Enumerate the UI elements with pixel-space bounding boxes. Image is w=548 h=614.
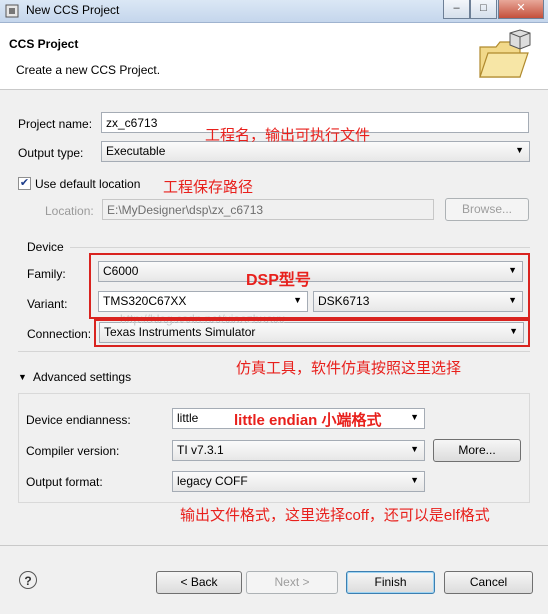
more-button[interactable]: More... <box>433 439 521 462</box>
dsp-model-annotation: DSP型号 <box>246 272 311 289</box>
device-group-divider <box>70 247 530 248</box>
project-name-label: Project name: <box>18 117 93 131</box>
back-button[interactable]: < Back <box>156 571 242 594</box>
close-button[interactable]: ✕ <box>498 0 544 19</box>
device-group-label: Device <box>27 240 64 254</box>
output-format-label: Output format: <box>26 475 103 489</box>
window-title: New CCS Project <box>26 3 120 17</box>
family-label: Family: <box>27 267 66 281</box>
device-group-bottom <box>18 351 530 352</box>
maximize-button[interactable]: □ <box>470 0 497 19</box>
compiler-version-select[interactable]: TI v7.3.1 ▼ <box>172 440 425 461</box>
chevron-down-icon: ▼ <box>410 475 419 485</box>
advanced-settings-toggle[interactable]: Advanced settings <box>33 370 131 384</box>
location-label: Location: <box>45 204 94 218</box>
output-type-label: Output type: <box>18 146 84 160</box>
use-default-location-label: Use default location <box>35 177 141 191</box>
output-format-select[interactable]: legacy COFF ▼ <box>172 471 425 492</box>
page-subtitle: Create a new CCS Project. <box>16 63 161 77</box>
chevron-down-icon: ▼ <box>410 444 419 454</box>
output-format-annotation: 输出文件格式，这里选择coff，还可以是elf格式 <box>180 507 490 524</box>
help-icon[interactable]: ? <box>19 571 37 589</box>
simulator-annotation: 仿真工具，软件仿真按照这里选择 <box>236 360 462 377</box>
page-title: CCS Project <box>9 37 79 51</box>
browse-button: Browse... <box>445 198 529 221</box>
connection-annotation-box <box>94 319 530 347</box>
chevron-down-icon: ▼ <box>515 145 524 155</box>
variant-label: Variant: <box>27 297 68 311</box>
expand-triangle-icon[interactable]: ▼ <box>18 372 27 382</box>
compiler-version-label: Compiler version: <box>26 444 120 458</box>
wizard-header: CCS Project Create a new CCS Project. <box>0 23 548 90</box>
endianness-annotation: little endian 小端格式 <box>234 412 382 429</box>
minimize-button[interactable]: – <box>443 0 470 19</box>
project-name-annotation: 工程名，输出可执行文件 <box>205 127 371 144</box>
footer-divider <box>0 545 548 546</box>
connection-label: Connection: <box>27 327 92 341</box>
finish-button[interactable]: Finish <box>346 571 435 594</box>
location-annotation: 工程保存路径 <box>163 179 254 196</box>
use-default-location-checkbox[interactable]: ✔ <box>18 177 31 190</box>
next-button: Next > <box>246 571 338 594</box>
title-bar: New CCS Project – □ ✕ <box>0 0 548 23</box>
chevron-down-icon: ▼ <box>410 412 419 422</box>
ccs-app-icon <box>5 4 19 18</box>
endianness-label: Device endianness: <box>26 413 131 427</box>
project-folder-icon <box>479 29 531 78</box>
cancel-button[interactable]: Cancel <box>444 571 533 594</box>
location-input <box>102 199 434 220</box>
